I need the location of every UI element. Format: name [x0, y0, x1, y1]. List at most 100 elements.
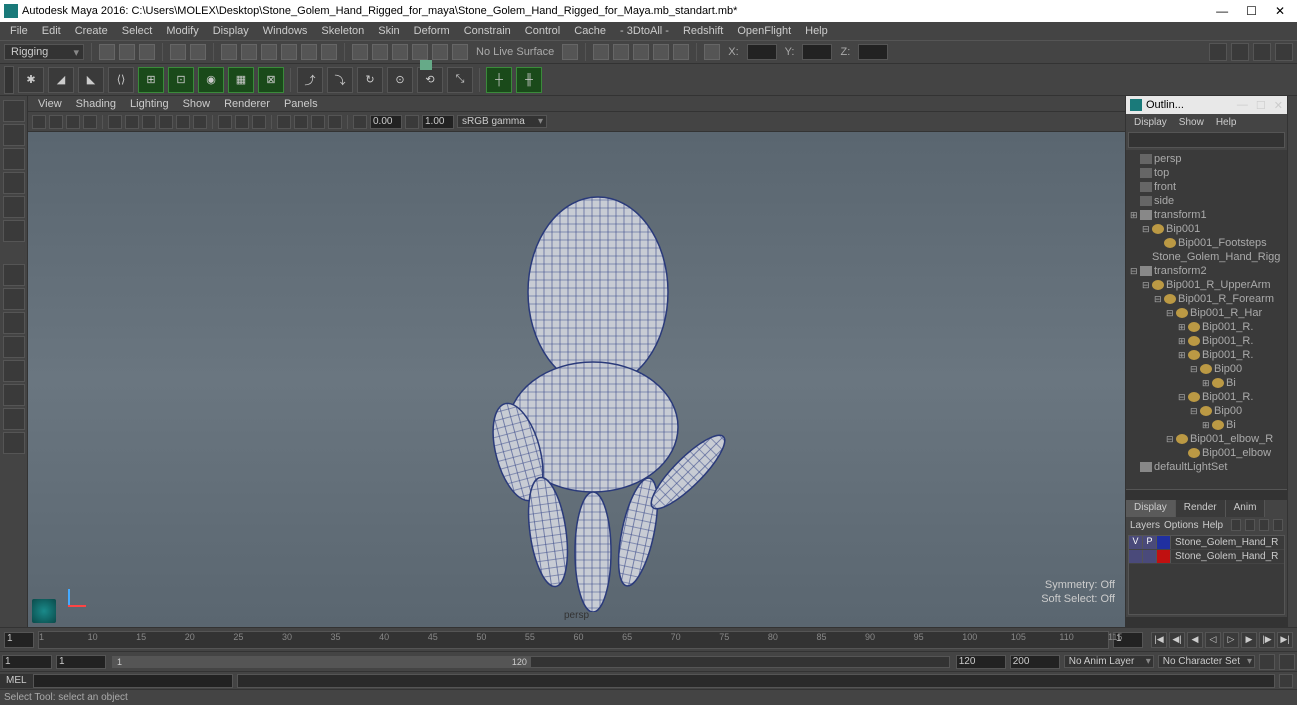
menu-edit[interactable]: Edit: [36, 23, 67, 39]
layout-persp-outliner-icon[interactable]: [3, 384, 25, 406]
snap-curve-icon[interactable]: [372, 44, 388, 60]
shelf-icon-6[interactable]: ⊡: [168, 67, 194, 93]
layer-row[interactable]: Stone_Golem_Hand_R: [1129, 550, 1284, 564]
layer-help-menu[interactable]: Help: [1202, 520, 1223, 531]
panel-show[interactable]: Show: [177, 97, 217, 111]
outliner-display-menu[interactable]: Display: [1130, 116, 1171, 129]
layout-two-v-icon[interactable]: [3, 336, 25, 358]
save-scene-icon[interactable]: [139, 44, 155, 60]
render-settings-icon[interactable]: [653, 44, 669, 60]
outliner-help-menu[interactable]: Help: [1212, 116, 1241, 129]
layer-layers-menu[interactable]: Layers: [1130, 520, 1160, 531]
play-back-icon[interactable]: ◁: [1205, 632, 1221, 648]
outliner-node[interactable]: side: [1126, 194, 1287, 208]
select-face-icon[interactable]: [321, 44, 337, 60]
snap-magnet-icon[interactable]: [452, 44, 468, 60]
menu-deform[interactable]: Deform: [408, 23, 456, 39]
prefs-icon[interactable]: [1279, 654, 1295, 670]
layer-hscrollbar[interactable]: [1126, 617, 1287, 627]
panel-smooth-icon[interactable]: [142, 115, 156, 129]
outliner-close-icon[interactable]: ✕: [1274, 99, 1283, 112]
tab-display[interactable]: Display: [1126, 500, 1176, 517]
menu-3dtoall[interactable]: - 3DtoAll -: [614, 23, 675, 39]
outliner-node[interactable]: persp: [1126, 152, 1287, 166]
menu-redshift[interactable]: Redshift: [677, 23, 729, 39]
outliner-node[interactable]: ⊞Bi: [1126, 376, 1287, 390]
outliner-node[interactable]: ⊟transform2: [1126, 264, 1287, 278]
viewport[interactable]: persp Symmetry: Off Soft Select: Off: [28, 132, 1125, 627]
panel-grid-icon[interactable]: [108, 115, 122, 129]
layer-move-down-icon[interactable]: [1245, 519, 1255, 531]
panel-shadows-icon[interactable]: [193, 115, 207, 129]
maximize-button[interactable]: ☐: [1246, 4, 1257, 18]
human-ik-icon[interactable]: [1231, 43, 1249, 61]
step-forward-key-icon[interactable]: |▶: [1259, 632, 1275, 648]
anim-layer-dropdown[interactable]: No Anim Layer: [1064, 655, 1154, 668]
menu-select[interactable]: Select: [116, 23, 159, 39]
outliner-node[interactable]: front: [1126, 180, 1287, 194]
layer-list[interactable]: VPStone_Golem_Hand_RStone_Golem_Hand_R: [1128, 535, 1285, 615]
tab-render[interactable]: Render: [1176, 500, 1226, 517]
shelf-icon-9[interactable]: ⊠: [258, 67, 284, 93]
menu-skin[interactable]: Skin: [372, 23, 405, 39]
layout-hypershade-icon[interactable]: [3, 408, 25, 430]
panel-gamma-value[interactable]: 1.00: [422, 115, 454, 129]
anim-end-input[interactable]: 200: [1010, 655, 1060, 669]
outliner-filter-input[interactable]: [1128, 132, 1285, 148]
x-input[interactable]: [747, 44, 777, 60]
layer-new-selected-icon[interactable]: [1273, 519, 1283, 531]
select-comp-icon[interactable]: [261, 44, 277, 60]
outliner-node[interactable]: Bip001_elbow: [1126, 446, 1287, 460]
range-handle[interactable]: 1 120: [113, 657, 531, 667]
shelf-icon-10[interactable]: ⤴: [297, 67, 323, 93]
shelf-icon-14[interactable]: ⟲: [417, 67, 443, 93]
panel-lighting[interactable]: Lighting: [124, 97, 175, 111]
layout-four-icon[interactable]: [3, 288, 25, 310]
rotate-tool[interactable]: [3, 196, 25, 218]
modeling-toolkit-icon[interactable]: [1209, 43, 1227, 61]
shelf-icon-7[interactable]: ◉: [198, 67, 224, 93]
panel-film-gate-icon[interactable]: [83, 115, 97, 129]
panel-bookmark-icon[interactable]: [49, 115, 63, 129]
panel-aa-icon[interactable]: [328, 115, 342, 129]
layer-move-up-icon[interactable]: [1231, 519, 1241, 531]
panel-exposure-icon[interactable]: [353, 115, 367, 129]
layer-row[interactable]: VPStone_Golem_Hand_R: [1129, 536, 1284, 550]
shelf-icon-11[interactable]: ⤵: [327, 67, 353, 93]
auto-key-icon[interactable]: [1259, 654, 1275, 670]
live-toggle-icon[interactable]: [562, 44, 578, 60]
menu-constrain[interactable]: Constrain: [458, 23, 517, 39]
select-vertex-icon[interactable]: [281, 44, 297, 60]
close-button[interactable]: ✕: [1275, 4, 1285, 18]
outliner-node[interactable]: ⊟Bip001_R_Har: [1126, 306, 1287, 320]
xyz-icon[interactable]: [704, 44, 720, 60]
hypershade-icon[interactable]: [673, 44, 689, 60]
menu-openflight[interactable]: OpenFlight: [731, 23, 797, 39]
panel-gamma-icon[interactable]: [405, 115, 419, 129]
mesh-stone-golem-hand[interactable]: [448, 192, 748, 612]
panel-textured-icon[interactable]: [159, 115, 173, 129]
layout-two-h-icon[interactable]: [3, 312, 25, 334]
select-hier-icon[interactable]: [221, 44, 237, 60]
step-back-icon[interactable]: ◀: [1187, 632, 1203, 648]
new-scene-icon[interactable]: [99, 44, 115, 60]
panel-panels[interactable]: Panels: [278, 97, 324, 111]
outliner-node[interactable]: Bip001_Footsteps: [1126, 236, 1287, 250]
lasso-tool[interactable]: [3, 124, 25, 146]
panel-wireframe-icon[interactable]: [125, 115, 139, 129]
menu-set-dropdown[interactable]: Rigging: [4, 44, 84, 60]
script-editor-icon[interactable]: [1279, 674, 1293, 688]
panel-isolate-icon[interactable]: [218, 115, 232, 129]
outliner-show-menu[interactable]: Show: [1175, 116, 1208, 129]
step-back-key-icon[interactable]: ◀|: [1169, 632, 1185, 648]
shelf-icon-15[interactable]: ⤡: [447, 67, 473, 93]
z-input[interactable]: [858, 44, 888, 60]
goto-end-icon[interactable]: ▶|: [1277, 632, 1293, 648]
attribute-editor-icon[interactable]: [1253, 43, 1271, 61]
outliner-node[interactable]: ⊞transform1: [1126, 208, 1287, 222]
outliner-node[interactable]: ⊟Bip001_R_UpperArm: [1126, 278, 1287, 292]
paint-select-tool[interactable]: [3, 148, 25, 170]
menu-skeleton[interactable]: Skeleton: [315, 23, 370, 39]
outliner-minimize-icon[interactable]: —: [1237, 99, 1248, 112]
range-track[interactable]: 1 120: [112, 656, 950, 668]
